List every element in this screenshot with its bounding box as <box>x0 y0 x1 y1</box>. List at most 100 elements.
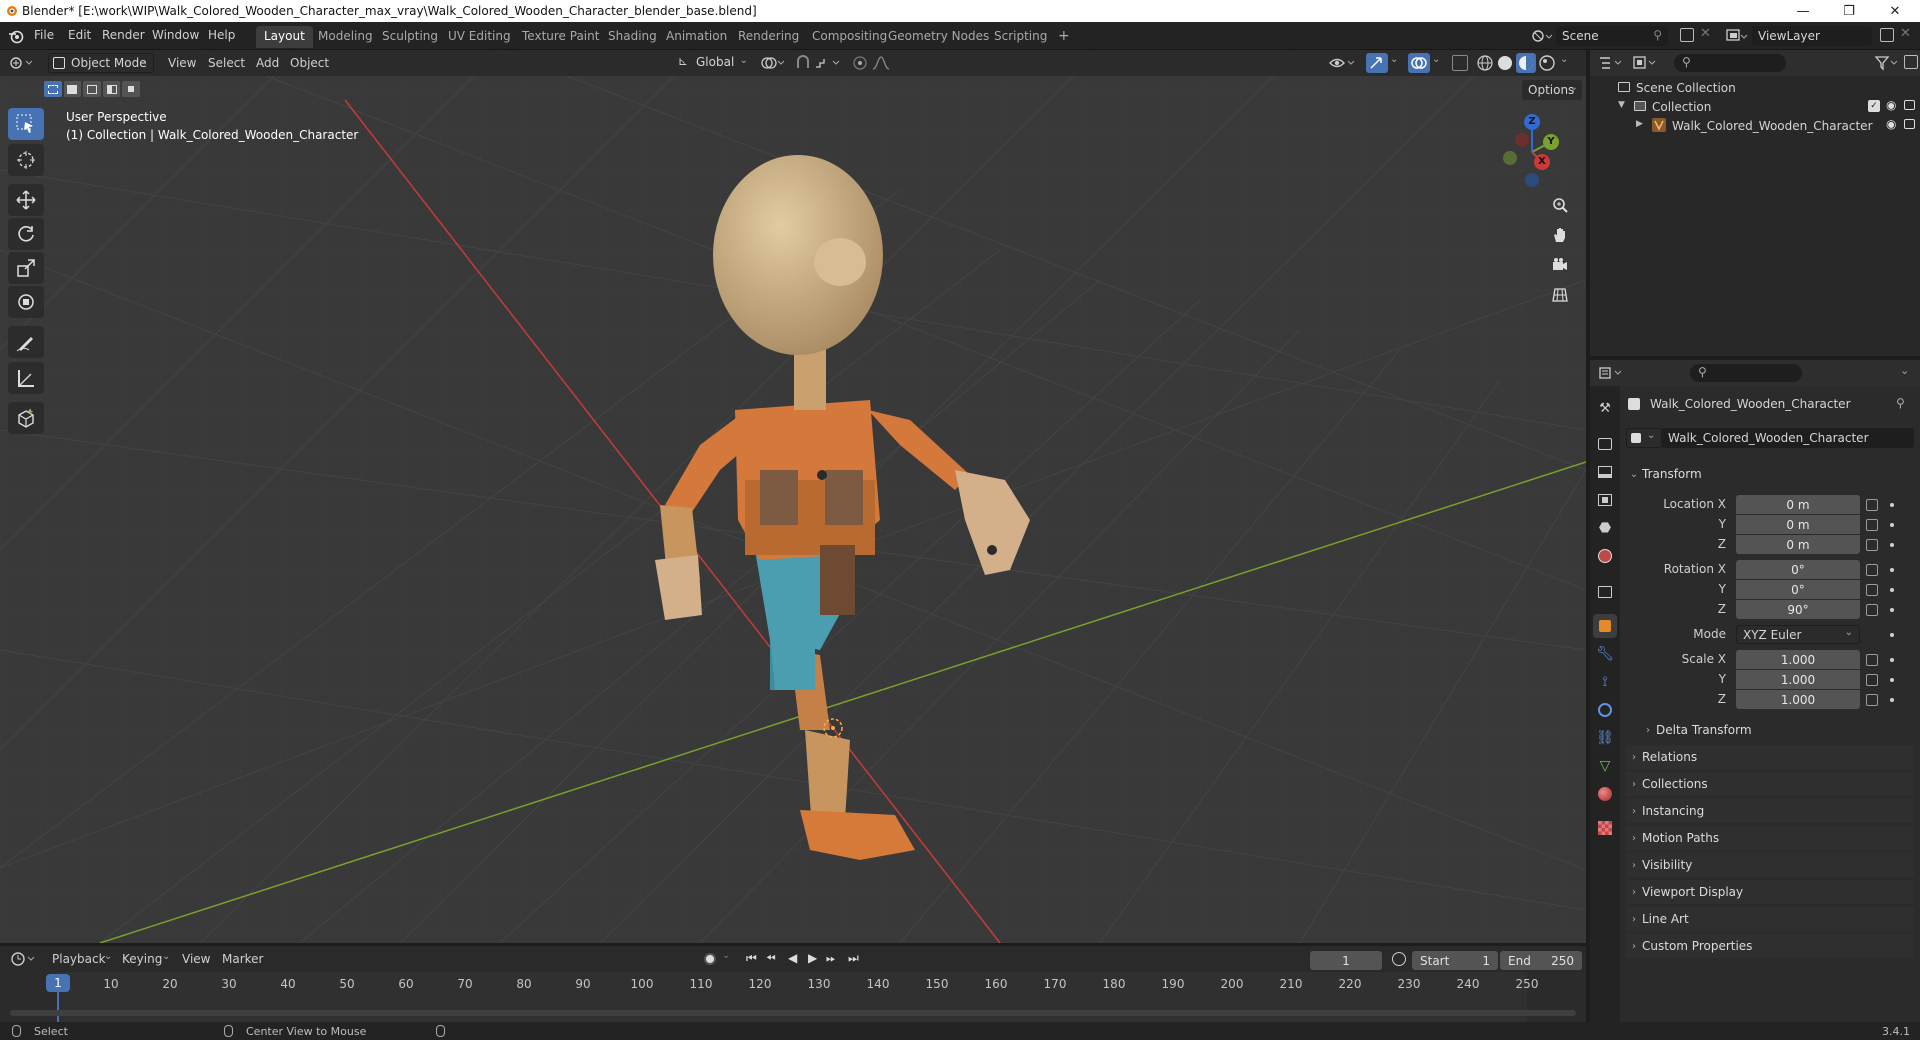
new-collection-icon[interactable] <box>1904 55 1918 69</box>
3d-viewport[interactable] <box>0 50 1586 943</box>
menu-help[interactable]: Help <box>208 28 235 42</box>
tab-rendering[interactable]: Rendering <box>730 26 807 48</box>
expand-arrow-icon[interactable]: ▶ <box>1636 119 1643 129</box>
maximize-button[interactable]: ❐ <box>1826 0 1872 22</box>
outliner-row-object[interactable]: ▶ Walk_Colored_Wooden_Character ◉ <box>1590 116 1920 136</box>
lock-icon[interactable] <box>1866 654 1878 666</box>
output-properties-tab-icon[interactable] <box>1593 460 1617 484</box>
chevron-down-icon[interactable]: ⌄ <box>1560 54 1568 65</box>
select-intersect-icon[interactable] <box>122 81 140 97</box>
tool-select-box[interactable] <box>8 108 44 140</box>
tool-scale[interactable] <box>8 252 44 284</box>
visibility-panel-header[interactable]: › Visibility <box>1626 853 1914 877</box>
snap-target-icon[interactable] <box>814 55 844 71</box>
material-properties-tab-icon[interactable] <box>1593 782 1617 806</box>
keyframe-dot-icon[interactable] <box>1890 678 1894 682</box>
display-mode-icon[interactable] <box>1632 55 1660 71</box>
prev-keyframe-icon[interactable]: ⏪︎ <box>766 951 776 966</box>
collection-properties-tab-icon[interactable] <box>1593 580 1617 604</box>
use-preview-range-icon[interactable] <box>1392 952 1406 966</box>
menu-view[interactable]: View <box>182 952 210 966</box>
menu-marker[interactable]: Marker <box>222 952 263 966</box>
playhead-frame-badge[interactable]: 1 <box>46 974 70 992</box>
outliner-row-collection[interactable]: ▼ Collection ✓ ◉ <box>1590 97 1920 117</box>
tab-animation[interactable]: Animation <box>658 26 735 48</box>
rotation-z-field[interactable]: 90° <box>1736 600 1860 619</box>
rotation-mode-dropdown[interactable]: XYZ Euler ⌄ <box>1736 625 1860 644</box>
expand-arrow-icon[interactable]: ▼ <box>1618 100 1625 110</box>
menu-file[interactable]: File <box>34 28 54 42</box>
start-frame-field[interactable]: Start 1 <box>1412 951 1498 970</box>
tool-cursor[interactable] <box>8 144 44 176</box>
new-view-layer-icon[interactable] <box>1880 28 1894 42</box>
lock-icon[interactable] <box>1866 564 1878 576</box>
pivot-point-icon[interactable] <box>760 55 786 71</box>
lock-icon[interactable] <box>1866 694 1878 706</box>
keyframe-dot-icon[interactable] <box>1890 658 1894 662</box>
proportional-edit-icon[interactable] <box>852 55 868 71</box>
remove-view-layer-icon[interactable]: ✕ <box>1900 26 1911 41</box>
keyframe-dot-icon[interactable] <box>1890 543 1894 547</box>
remove-scene-icon[interactable]: ✕ <box>1700 26 1711 41</box>
scale-y-field[interactable]: 1.000 <box>1736 670 1860 689</box>
tool-add-cube[interactable] <box>8 402 44 434</box>
texture-properties-tab-icon[interactable] <box>1593 816 1617 840</box>
tab-layout[interactable]: Layout <box>256 26 313 48</box>
menu-view[interactable]: View <box>168 56 196 70</box>
viewport-display-panel-header[interactable]: › Viewport Display <box>1626 880 1914 904</box>
falloff-icon[interactable] <box>872 55 900 71</box>
keyframe-dot-icon[interactable] <box>1890 633 1894 637</box>
wireframe-shading-icon[interactable] <box>1476 54 1494 72</box>
timeline-editor-type-icon[interactable] <box>10 951 40 967</box>
scene-selector-icon[interactable] <box>1530 27 1553 45</box>
options-dropdown[interactable]: Options ⌄ <box>1522 80 1582 100</box>
editor-type-icon[interactable] <box>8 55 38 71</box>
location-z-field[interactable]: 0 m <box>1736 535 1860 554</box>
properties-search-field[interactable]: ⚲ <box>1690 364 1802 382</box>
properties-editor-type-icon[interactable] <box>1598 365 1626 381</box>
tool-rotate[interactable] <box>8 218 44 250</box>
chevron-down-icon[interactable]: ⌄ <box>1900 364 1909 377</box>
camera-icon[interactable] <box>1904 100 1915 110</box>
auto-keying-icon[interactable] <box>704 953 716 965</box>
visibility-selectability-icon[interactable] <box>1328 55 1358 71</box>
overlays-toggle-icon[interactable] <box>1408 53 1430 73</box>
pan-hand-icon[interactable] <box>1547 222 1573 248</box>
menu-render[interactable]: Render <box>102 28 145 42</box>
tool-annotate[interactable] <box>8 326 44 358</box>
lock-icon[interactable] <box>1866 604 1878 616</box>
lock-icon[interactable] <box>1866 584 1878 596</box>
menu-select[interactable]: Select <box>208 56 245 70</box>
menu-edit[interactable]: Edit <box>68 28 91 42</box>
datablock-name-field[interactable]: Walk_Colored_Wooden_Character <box>1662 428 1914 448</box>
tab-modeling[interactable]: Modeling <box>310 26 381 48</box>
menu-window[interactable]: Window <box>152 28 199 42</box>
menu-object[interactable]: Object <box>290 56 329 70</box>
custom-properties-panel-header[interactable]: › Custom Properties <box>1626 934 1914 958</box>
scene-field[interactable]: Scene ⚲ <box>1556 26 1668 46</box>
current-frame-field[interactable]: 1 <box>1310 951 1382 970</box>
add-workspace-button[interactable]: + <box>1050 25 1078 47</box>
select-new-icon[interactable] <box>44 81 62 97</box>
outliner-search-field[interactable]: ⚲ <box>1674 54 1786 72</box>
rotation-x-field[interactable]: 0° <box>1736 560 1860 579</box>
tab-shading[interactable]: Shading <box>600 26 665 48</box>
lock-icon[interactable] <box>1866 519 1878 531</box>
eye-icon[interactable]: ◉ <box>1886 98 1896 112</box>
snap-icon[interactable] <box>794 54 812 72</box>
zoom-icon[interactable] <box>1547 192 1573 218</box>
scale-z-field[interactable]: 1.000 <box>1736 690 1860 709</box>
tool-move[interactable] <box>8 184 44 216</box>
rotation-y-field[interactable]: 0° <box>1736 580 1860 599</box>
gizmo-toggle-icon[interactable] <box>1366 53 1388 73</box>
view-layer-tab-icon[interactable] <box>1593 488 1617 512</box>
gizmo-axis-x[interactable]: X <box>1534 154 1550 170</box>
world-properties-tab-icon[interactable] <box>1593 544 1617 568</box>
tool-properties-tab-icon[interactable]: ⚒ <box>1593 396 1617 420</box>
keyframe-dot-icon[interactable] <box>1890 608 1894 612</box>
keyframe-dot-icon[interactable] <box>1890 523 1894 527</box>
tab-texture-paint[interactable]: Texture Paint <box>514 26 607 48</box>
keyframe-dot-icon[interactable] <box>1890 698 1894 702</box>
line-art-panel-header[interactable]: › Line Art <box>1626 907 1914 931</box>
xray-toggle-icon[interactable] <box>1452 55 1468 71</box>
